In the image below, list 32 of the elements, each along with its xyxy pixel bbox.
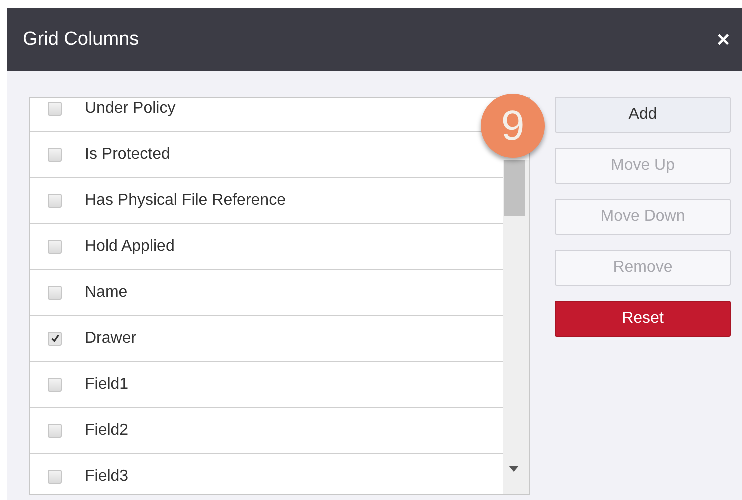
column-label: Hold Applied — [85, 238, 175, 256]
column-label: Is Protected — [85, 146, 170, 164]
column-label: Drawer — [85, 330, 137, 348]
scroll-down-icon[interactable] — [509, 466, 519, 472]
close-button[interactable]: × — [713, 26, 734, 52]
list-item[interactable]: Has Physical File Reference — [30, 178, 503, 224]
dialog-title: Grid Columns — [23, 28, 140, 50]
step-badge: 9 — [481, 94, 545, 158]
column-label: Field2 — [85, 422, 129, 440]
checkbox[interactable] — [48, 286, 62, 300]
scrollbar-thumb[interactable] — [504, 160, 525, 216]
checkbox[interactable] — [48, 470, 62, 484]
checkbox[interactable] — [48, 378, 62, 392]
scrollbar[interactable] — [503, 160, 529, 494]
action-button[interactable]: Add — [555, 97, 731, 133]
column-label: Under Policy — [85, 100, 176, 118]
list-item[interactable]: Hold Applied — [30, 224, 503, 270]
checkbox[interactable] — [48, 240, 62, 254]
action-button[interactable]: Reset — [555, 301, 731, 337]
list-item[interactable]: Name — [30, 270, 503, 316]
checkbox[interactable] — [48, 424, 62, 438]
column-label: Has Physical File Reference — [85, 192, 286, 210]
checkbox[interactable] — [48, 102, 62, 116]
checkbox[interactable] — [48, 194, 62, 208]
list-item[interactable]: Drawer — [30, 316, 503, 362]
column-label: Name — [85, 284, 128, 302]
column-label: Field3 — [85, 468, 129, 486]
list-item[interactable]: Field1 — [30, 362, 503, 408]
checkbox[interactable] — [48, 332, 62, 346]
checkbox[interactable] — [48, 148, 62, 162]
column-label: Field1 — [85, 376, 129, 394]
list-item[interactable]: Field2 — [30, 408, 503, 454]
